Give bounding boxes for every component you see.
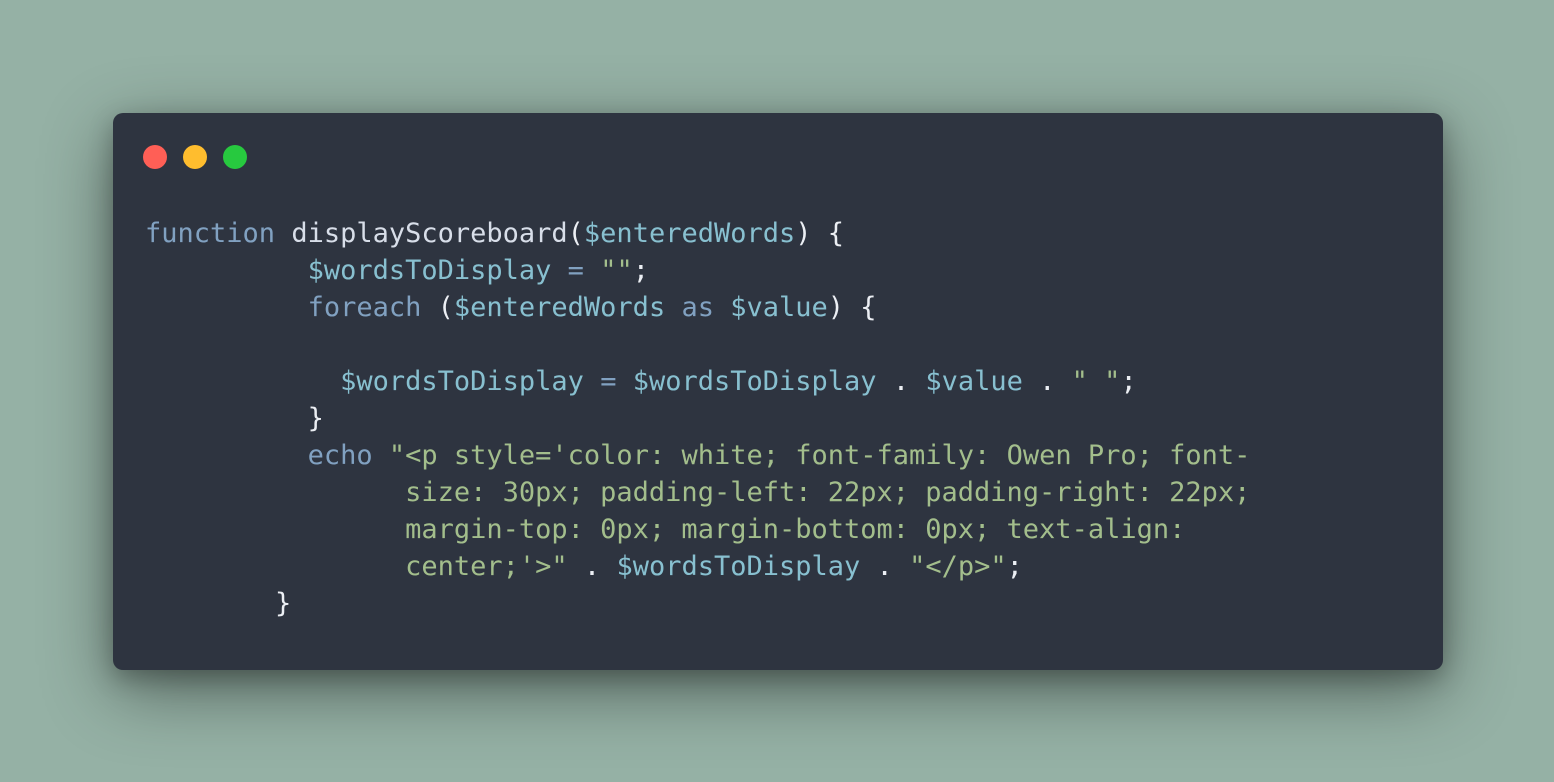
code-line: margin-top: 0px; margin-bottom: 0px; tex…	[145, 511, 1250, 548]
code-token: $wordsToDisplay	[632, 366, 877, 397]
code-line: }	[145, 585, 1250, 622]
code-token: (	[567, 218, 584, 249]
code-token: as	[681, 292, 714, 323]
code-line: foreach ($enteredWords as $value) {	[145, 289, 1250, 326]
code-line: function displayScoreboard($enteredWords…	[145, 215, 1250, 252]
code-token: ) {	[795, 218, 845, 249]
code-token: ;	[1120, 366, 1137, 397]
code-window: function displayScoreboard($enteredWords…	[113, 113, 1443, 670]
window-controls	[143, 145, 247, 169]
code-line: center;'>" . $wordsToDisplay . "</p>";	[145, 548, 1250, 585]
code-token: ;	[632, 255, 649, 286]
code-line: echo "<p style='color: white; font-famil…	[145, 437, 1251, 474]
code-token: (	[421, 292, 454, 323]
minimize-button[interactable]	[183, 145, 207, 169]
code-token: ""	[600, 255, 633, 286]
code-block: function displayScoreboard($enteredWords…	[145, 215, 1250, 622]
code-token: .	[567, 551, 617, 582]
code-token: .	[860, 551, 910, 582]
code-token: .	[876, 366, 926, 397]
code-token: size: 30px; padding-left: 22px; padding-…	[405, 477, 1251, 508]
maximize-button[interactable]	[223, 145, 247, 169]
code-token: =	[600, 366, 617, 397]
code-token: $value	[925, 366, 1023, 397]
code-token: $wordsToDisplay	[340, 366, 584, 397]
code-line: $wordsToDisplay = $wordsToDisplay . $val…	[145, 363, 1250, 400]
code-token: echo	[307, 440, 373, 471]
code-token: }	[307, 403, 324, 434]
code-line: }	[145, 400, 1250, 437]
code-token: $wordsToDisplay	[616, 551, 861, 582]
code-token: =	[567, 255, 584, 286]
code-token: $enteredWords	[583, 218, 796, 249]
code-line: $wordsToDisplay = "";	[145, 252, 1250, 289]
code-token: foreach	[307, 292, 422, 323]
code-token: }	[275, 588, 292, 619]
code-token: center;'>"	[405, 551, 568, 582]
code-token: "</p>"	[909, 551, 1007, 582]
code-token: displayScoreboard	[291, 218, 568, 249]
code-token: $wordsToDisplay	[307, 255, 552, 286]
code-token: " "	[1071, 366, 1121, 397]
code-token: .	[1022, 366, 1072, 397]
code-token: function	[145, 218, 276, 249]
close-button[interactable]	[143, 145, 167, 169]
code-token: ;	[1006, 551, 1023, 582]
code-token: "<p style='color: white; font-family: Ow…	[388, 440, 1251, 471]
code-line: size: 30px; padding-left: 22px; padding-…	[145, 474, 1250, 511]
code-token: ) {	[827, 292, 877, 323]
code-token: $value	[730, 292, 828, 323]
code-token: $enteredWords	[453, 292, 666, 323]
code-token: margin-top: 0px; margin-bottom: 0px; tex…	[405, 514, 1186, 545]
